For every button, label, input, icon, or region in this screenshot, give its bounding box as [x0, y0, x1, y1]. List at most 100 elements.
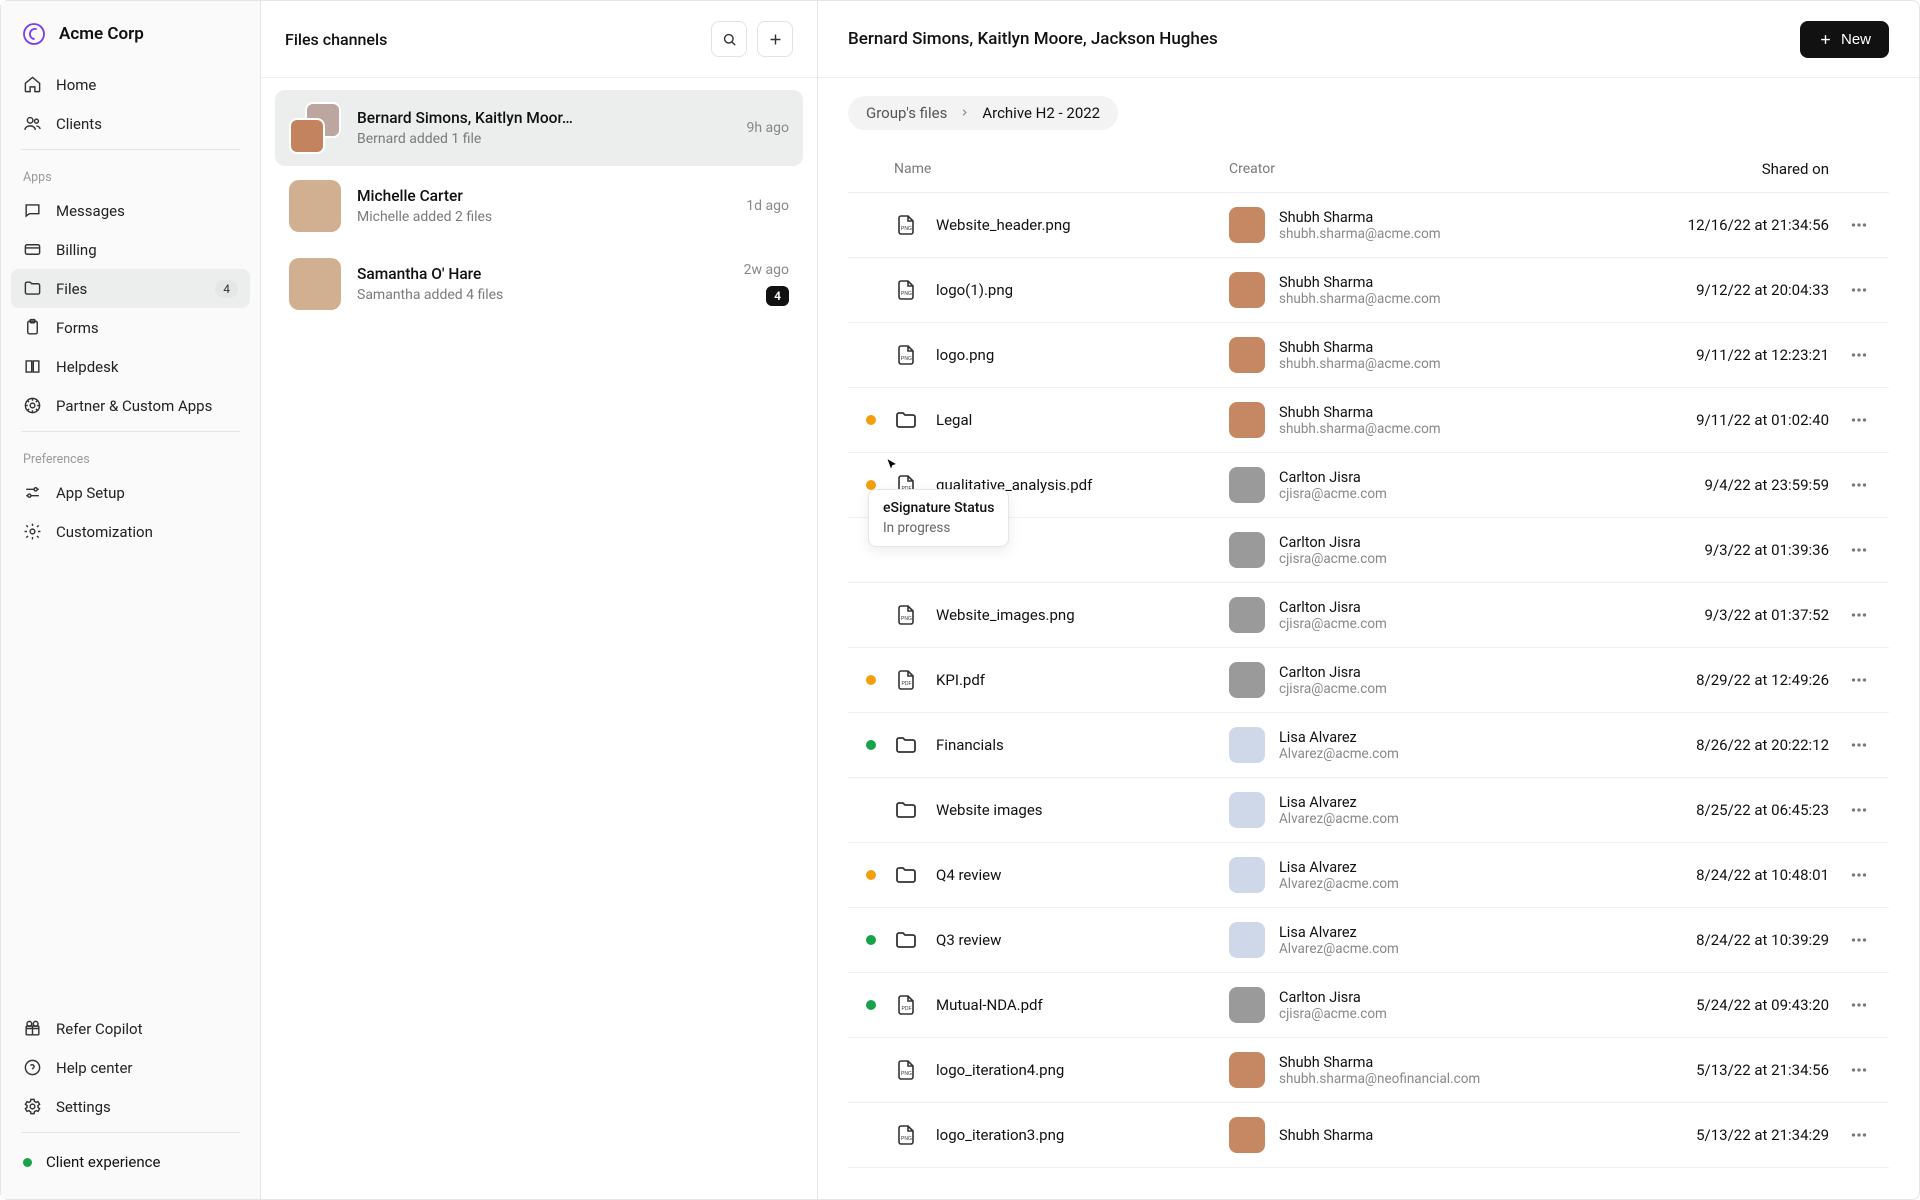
row-actions-button[interactable]: [1848, 214, 1870, 236]
table-row[interactable]: PNGlogo_iteration4.pngShubh Sharmashubh.…: [848, 1038, 1889, 1103]
creator-email: shubh.sharma@acme.com: [1279, 226, 1441, 242]
search-icon: [721, 31, 738, 48]
row-actions-button[interactable]: [1848, 539, 1870, 561]
status-dot-amber-icon: [866, 870, 876, 880]
sidebar-item-clients[interactable]: Clients: [11, 104, 250, 143]
sidebar-item-customization[interactable]: Customization: [11, 512, 250, 551]
sidebar-item-settings[interactable]: Settings: [11, 1087, 250, 1126]
help-icon: [23, 1058, 42, 1077]
table-row[interactable]: Website imagesLisa AlvarezAlvarez@acme.c…: [848, 778, 1889, 843]
channel-item[interactable]: Michelle CarterMichelle added 2 files1d …: [275, 168, 803, 244]
search-button[interactable]: [711, 21, 747, 57]
breadcrumb-root[interactable]: Group's files: [866, 104, 947, 122]
channel-subtitle: Bernard added 1 file: [357, 131, 730, 147]
file-name: Website_images.png: [936, 606, 1075, 624]
row-actions-button[interactable]: [1848, 929, 1870, 951]
sidebar-item-forms[interactable]: Forms: [11, 308, 250, 347]
book-icon: [23, 357, 42, 376]
row-actions-button[interactable]: [1848, 994, 1870, 1016]
table-row[interactable]: PNGlogo.pngShubh Sharmashubh.sharma@acme…: [848, 323, 1889, 388]
creator-name: Shubh Sharma: [1279, 274, 1441, 291]
new-button[interactable]: New: [1800, 21, 1889, 58]
row-actions-button[interactable]: [1848, 669, 1870, 691]
avatar-icon: [1229, 597, 1265, 633]
avatar-icon: [1229, 337, 1265, 373]
sidebar-item-appsetup[interactable]: App Setup: [11, 473, 250, 512]
client-experience[interactable]: Client experience: [11, 1139, 250, 1185]
creator-name: Carlton Jisra: [1279, 664, 1387, 681]
sidebar-item-refer[interactable]: Refer Copilot: [11, 1009, 250, 1048]
row-actions-button[interactable]: [1848, 409, 1870, 431]
creator-name: Carlton Jisra: [1279, 989, 1387, 1006]
table-row[interactable]: PNGlogo(1).pngShubh Sharmashubh.sharma@a…: [848, 258, 1889, 323]
svg-text:PNG: PNG: [901, 616, 912, 622]
sidebar: Acme Corp Home Clients Apps Messages Bil…: [1, 1, 261, 1199]
row-actions-button[interactable]: [1848, 604, 1870, 626]
sidebar-item-label: App Setup: [56, 484, 125, 502]
sidebar-item-messages[interactable]: Messages: [11, 191, 250, 230]
row-actions-button[interactable]: [1848, 1124, 1870, 1146]
avatar-icon: [289, 258, 341, 310]
sidebar-item-files[interactable]: Files 4: [11, 269, 250, 308]
table-row[interactable]: FinancialsLisa AlvarezAlvarez@acme.com8/…: [848, 713, 1889, 778]
table-row[interactable]: PNGWebsite_header.pngShubh Sharmashubh.s…: [848, 193, 1889, 258]
tooltip-title: eSignature Status: [883, 500, 994, 516]
row-actions-button[interactable]: [1848, 864, 1870, 886]
creator-email: Alvarez@acme.com: [1279, 941, 1399, 957]
main-title: Bernard Simons, Kaitlyn Moore, Jackson H…: [848, 29, 1218, 49]
sidebar-item-label: Home: [56, 76, 96, 94]
creator-email: shubh.sharma@acme.com: [1279, 421, 1441, 437]
row-actions-button[interactable]: [1848, 799, 1870, 821]
file-name: logo_iteration4.png: [936, 1061, 1064, 1079]
table-row[interactable]: PNGWebsite_images.pngCarlton Jisracjisra…: [848, 583, 1889, 648]
table-row[interactable]: PNGlogo_iteration3.pngShubh Sharma5/13/2…: [848, 1103, 1889, 1168]
row-actions-button[interactable]: [1848, 344, 1870, 366]
col-name-header[interactable]: Name: [894, 160, 1229, 178]
col-shared-header[interactable]: Shared on: [1569, 160, 1829, 178]
row-actions-button[interactable]: [1848, 1059, 1870, 1081]
table-row[interactable]: Q3 reviewLisa AlvarezAlvarez@acme.com8/2…: [848, 908, 1889, 973]
sidebar-item-label: Clients: [56, 115, 102, 133]
avatar-icon: [1229, 857, 1265, 893]
status-dot-icon: [23, 1158, 32, 1167]
table-row[interactable]: LegalShubh Sharmashubh.sharma@acme.com9/…: [848, 388, 1889, 453]
section-label-prefs: Preferences: [11, 438, 250, 473]
add-channel-button[interactable]: [757, 21, 793, 57]
sidebar-item-partner-apps[interactable]: Partner & Custom Apps: [11, 386, 250, 425]
tooltip-body: In progress: [883, 520, 994, 536]
table-row[interactable]: Q4 reviewLisa AlvarezAlvarez@acme.com8/2…: [848, 843, 1889, 908]
avatar-icon: [1229, 272, 1265, 308]
sidebar-item-billing[interactable]: Billing: [11, 230, 250, 269]
status-dot-amber-icon: [866, 415, 876, 425]
svg-text:PNG: PNG: [901, 356, 912, 362]
creator-email: cjisra@acme.com: [1279, 681, 1387, 697]
cursor-icon: [884, 457, 901, 478]
table-row[interactable]: PDFKPI.pdfCarlton Jisracjisra@acme.com8/…: [848, 648, 1889, 713]
breadcrumb-current[interactable]: Archive H2 - 2022: [982, 104, 1100, 122]
row-actions-button[interactable]: [1848, 474, 1870, 496]
col-creator-header[interactable]: Creator: [1229, 160, 1569, 178]
brand[interactable]: Acme Corp: [11, 15, 250, 65]
status-dot-green-icon: [866, 740, 876, 750]
table-row[interactable]: PDFqualitative_analysis.pdfCarlton Jisra…: [848, 453, 1889, 518]
creator-email: shubh.sharma@acme.com: [1279, 356, 1441, 372]
sidebar-item-helpdesk[interactable]: Helpdesk: [11, 347, 250, 386]
row-actions-button[interactable]: [1848, 279, 1870, 301]
channel-item[interactable]: Samantha O' HareSamantha added 4 files2w…: [275, 246, 803, 322]
sidebar-item-label: Customization: [56, 523, 153, 541]
row-actions-button[interactable]: [1848, 734, 1870, 756]
table-row[interactable]: PDFMutual-NDA.pdfCarlton Jisracjisra@acm…: [848, 973, 1889, 1038]
channel-item[interactable]: Bernard Simons, Kaitlyn Moor…Bernard add…: [275, 90, 803, 166]
creator-email: cjisra@acme.com: [1279, 616, 1387, 632]
avatar-icon: [1229, 467, 1265, 503]
sidebar-item-help[interactable]: Help center: [11, 1048, 250, 1087]
divider: [21, 431, 240, 432]
creator-name: Shubh Sharma: [1279, 404, 1441, 421]
folder-icon: [894, 798, 918, 822]
png-file-icon: PNG: [894, 213, 918, 237]
sidebar-item-home[interactable]: Home: [11, 65, 250, 104]
avatar-icon: [1229, 792, 1265, 828]
shared-date: 9/4/22 at 23:59:59: [1569, 476, 1829, 494]
avatar-icon: [1229, 532, 1265, 568]
channels-panel: Files channels Bernard Simons, Kaitlyn M…: [261, 1, 818, 1199]
